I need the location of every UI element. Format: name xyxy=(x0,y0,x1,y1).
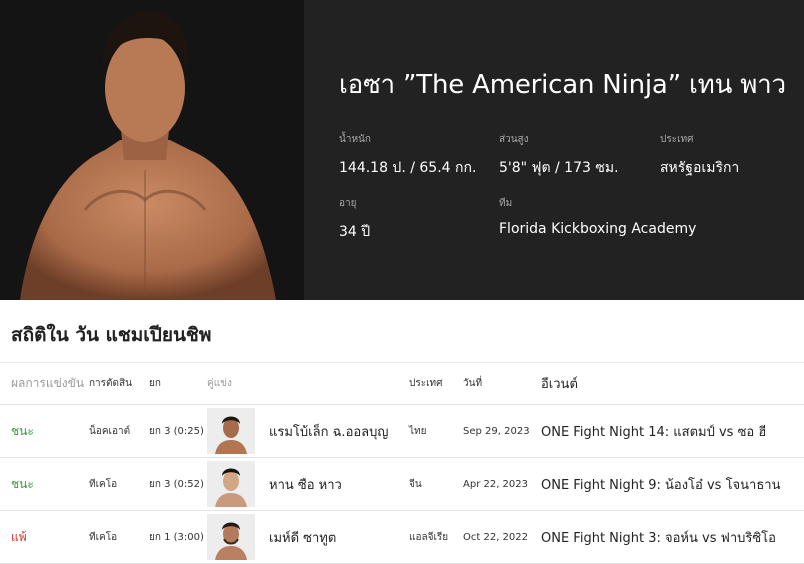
result-cell: แพ้ xyxy=(0,510,89,564)
stat-weight: น้ำหนัก 144.18 ป. / 65.4 กก. xyxy=(339,132,476,179)
stat-age: อายุ 34 ปี xyxy=(339,196,370,243)
opponent-avatar-image xyxy=(207,408,255,454)
opponent-cell[interactable]: หาน ซือ หาว xyxy=(207,457,409,511)
stat-height-value: 5'8" ฟุต / 173 ซม. xyxy=(499,160,619,176)
table-header-row: ผลการแข่งขัน การตัดสิน ยก คู่แข่ง ประเทศ… xyxy=(0,362,804,405)
country-cell: แอลจีเรีย xyxy=(409,510,463,564)
table-row[interactable]: แพ้ ทีเคโอ ยก 1 (3:00) เมห์ดี ซาทูต แอลจ… xyxy=(0,510,804,564)
table-row[interactable]: ชนะ น็อคเอาต์ ยก 3 (0:25) แรมโบ้เล็ก ฉ.อ… xyxy=(0,404,804,458)
country-cell: ไทย xyxy=(409,404,463,458)
method-cell: ทีเคโอ xyxy=(89,510,149,564)
header-country: ประเทศ xyxy=(409,362,463,405)
header-result: ผลการแข่งขัน xyxy=(0,362,89,405)
opponent-link[interactable]: เมห์ดี ซาทูต xyxy=(207,514,409,560)
opponent-cell[interactable]: แรมโบ้เล็ก ฉ.ออลบุญ xyxy=(207,404,409,458)
date-cell: Sep 29, 2023 xyxy=(463,404,541,458)
stat-team-label: ทีม xyxy=(499,198,513,209)
opponent-cell[interactable]: เมห์ดี ซาทูต xyxy=(207,510,409,564)
stat-country-label: ประเทศ xyxy=(660,134,694,145)
stat-country: ประเทศ สหรัฐอเมริกา xyxy=(660,132,739,179)
stat-height: ส่วนสูง 5'8" ฟุต / 173 ซม. xyxy=(499,132,619,179)
country-cell: จีน xyxy=(409,457,463,511)
fight-record-table: ผลการแข่งขัน การตัดสิน ยก คู่แข่ง ประเทศ… xyxy=(0,362,804,564)
opponent-link[interactable]: หาน ซือ หาว xyxy=(207,461,409,507)
record-section-title: สถิติใน วัน แชมเปียนชิพ xyxy=(11,324,212,346)
opponent-avatar[interactable] xyxy=(207,408,255,454)
stat-weight-label: น้ำหนัก xyxy=(339,134,371,145)
event-link[interactable]: ONE Fight Night 14: แสตมป์ vs ซอ ฮี xyxy=(541,404,804,458)
fighter-photo xyxy=(0,0,304,300)
date-cell: Apr 22, 2023 xyxy=(463,457,541,511)
fighter-info-panel: เอซา ”The American Ninja” เทน พาว น้ำหนั… xyxy=(304,0,804,300)
header-event: อีเวนต์ xyxy=(541,362,804,405)
round-cell: ยก 1 (3:00) xyxy=(149,510,207,564)
opponent-name[interactable]: หาน ซือ หาว xyxy=(269,474,342,495)
fighter-hero: เอซา ”The American Ninja” เทน พาว น้ำหนั… xyxy=(0,0,804,300)
header-method: การตัดสิน xyxy=(89,362,149,405)
stat-age-value: 34 ปี xyxy=(339,224,371,240)
result-cell: ชนะ xyxy=(0,404,89,458)
opponent-avatar-image xyxy=(207,514,255,560)
opponent-name[interactable]: แรมโบ้เล็ก ฉ.ออลบุญ xyxy=(269,421,388,442)
result-cell: ชนะ xyxy=(0,457,89,511)
table-row[interactable]: ชนะ ทีเคโอ ยก 3 (0:52) หาน ซือ หาว จีน A… xyxy=(0,457,804,511)
header-date: วันที่ xyxy=(463,362,541,405)
fighter-portrait-image xyxy=(0,0,304,300)
event-link[interactable]: ONE Fight Night 3: จอห์น vs ฟาบริซิโอ xyxy=(541,510,804,564)
stat-weight-value: 144.18 ป. / 65.4 กก. xyxy=(339,160,477,176)
stat-height-label: ส่วนสูง xyxy=(499,134,529,145)
stat-country-value: สหรัฐอเมริกา xyxy=(660,160,740,176)
stat-team: ทีม Florida Kickboxing Academy xyxy=(499,196,696,237)
opponent-avatar[interactable] xyxy=(207,461,255,507)
opponent-avatar-image xyxy=(207,461,255,507)
opponent-avatar[interactable] xyxy=(207,514,255,560)
stat-age-label: อายุ xyxy=(339,198,357,209)
fighter-name: เอซา ”The American Ninja” เทน พาว xyxy=(339,70,786,100)
method-cell: ทีเคโอ xyxy=(89,457,149,511)
date-cell: Oct 22, 2022 xyxy=(463,510,541,564)
opponent-name[interactable]: เมห์ดี ซาทูต xyxy=(269,527,336,548)
round-cell: ยก 3 (0:52) xyxy=(149,457,207,511)
method-cell: น็อคเอาต์ xyxy=(89,404,149,458)
stat-team-value: Florida Kickboxing Academy xyxy=(499,221,697,237)
header-round: ยก xyxy=(149,362,207,405)
round-cell: ยก 3 (0:25) xyxy=(149,404,207,458)
opponent-link[interactable]: แรมโบ้เล็ก ฉ.ออลบุญ xyxy=(207,408,409,454)
event-link[interactable]: ONE Fight Night 9: น้องโอ๋ vs โจนาธาน xyxy=(541,457,804,511)
header-opponent: คู่แข่ง xyxy=(207,362,409,405)
